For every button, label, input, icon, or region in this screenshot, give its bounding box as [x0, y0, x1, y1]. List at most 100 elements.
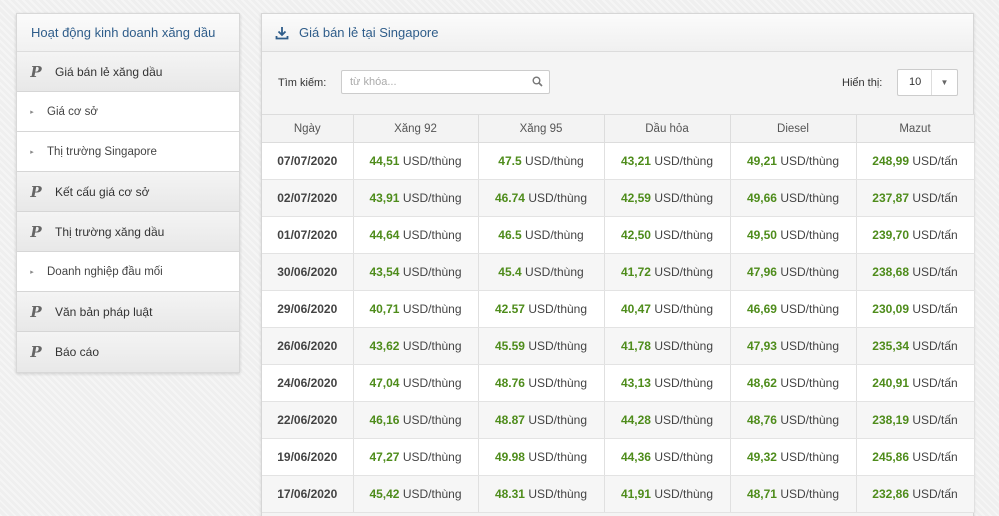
price-value: 238,68 [872, 265, 909, 279]
price-unit: USD/thùng [528, 302, 588, 316]
price-unit: USD/tấn [912, 154, 958, 168]
price-unit: USD/thùng [780, 487, 840, 501]
column-header[interactable]: Dầu hỏa [604, 114, 731, 143]
price-unit: USD/thùng [654, 450, 714, 464]
price-cell: 49,66 USD/thùng [730, 179, 857, 217]
price-unit: USD/tấn [912, 376, 958, 390]
price-cell: 238,68 USD/tấn [856, 253, 975, 291]
caret-right-icon: ▸ [30, 148, 34, 156]
price-unit: USD/thùng [528, 450, 588, 464]
table-row: 02/07/2020 43,91 USD/thùng 46.74 USD/thùng… [262, 179, 975, 217]
price-value: 41,78 [620, 339, 651, 353]
date-cell: 02/07/2020 [262, 179, 354, 217]
price-cell: 43,62 USD/thùng [353, 327, 479, 365]
sidebar-item-4[interactable]: P Thị trường xăng dầu [17, 212, 239, 252]
price-unit: USD/thùng [528, 339, 588, 353]
price-cell: 47,04 USD/thùng [353, 364, 479, 402]
price-unit: USD/thùng [780, 154, 840, 168]
price-value: 42,59 [620, 191, 651, 205]
search-input[interactable] [342, 71, 522, 93]
price-cell: 45.4 USD/thùng [478, 253, 605, 291]
p-logo-icon: P [30, 222, 42, 241]
price-unit: USD/thùng [654, 376, 714, 390]
sidebar-item-5[interactable]: ▸ Doanh nghiệp đầu mối [17, 252, 239, 292]
column-header[interactable]: Diesel [730, 114, 857, 143]
price-unit: USD/thùng [780, 228, 840, 242]
price-unit: USD/thùng [654, 191, 714, 205]
page-size-select[interactable]: 10 ▼ [897, 69, 958, 96]
price-cell: 49,50 USD/thùng [730, 216, 857, 254]
price-value: 42.57 [494, 302, 525, 316]
price-cell: 44,28 USD/thùng [604, 401, 731, 439]
p-logo-icon: P [30, 302, 42, 321]
download-icon [275, 26, 289, 39]
sidebar-item-1[interactable]: ▸ Giá cơ sở [17, 92, 239, 132]
column-header[interactable]: Xăng 92 [353, 114, 479, 143]
price-unit: USD/thùng [402, 228, 462, 242]
sidebar-item-label: Giá bán lẻ xăng dầu [55, 64, 163, 79]
price-cell: 43,13 USD/thùng [604, 364, 731, 402]
price-cell: 235,34 USD/tấn [856, 327, 975, 365]
date-cell: 19/06/2020 [262, 438, 354, 476]
sidebar-menu: Hoạt động kinh doanh xăng dầu P Giá bán l… [16, 13, 240, 373]
price-unit: USD/thùng [402, 302, 462, 316]
sidebar-item-2[interactable]: ▸ Thị trường Singapore [17, 132, 239, 172]
price-unit: USD/thùng [780, 302, 840, 316]
price-unit: USD/thùng [654, 339, 714, 353]
sidebar-item-label: Kết cấu giá cơ sở [55, 184, 150, 199]
column-header[interactable]: Ngày [262, 114, 354, 143]
price-cell: 46,16 USD/thùng [353, 401, 479, 439]
singapore-price-panel: Giá bán lẻ tại Singapore Tìm kiếm: Hiển … [261, 13, 975, 516]
column-header[interactable]: Mazut [856, 114, 975, 143]
price-unit: USD/thùng [654, 265, 714, 279]
date-cell: 30/06/2020 [262, 253, 354, 291]
price-unit: USD/tấn [912, 339, 958, 353]
date-cell: 24/06/2020 [262, 364, 354, 402]
price-cell: 40,47 USD/thùng [604, 290, 731, 328]
price-unit: USD/thùng [780, 376, 840, 390]
sidebar-item-6[interactable]: P Văn bản pháp luật [17, 292, 239, 332]
price-cell: 43,21 USD/thùng [604, 142, 731, 180]
p-logo-icon: P [30, 343, 42, 361]
price-unit: USD/tấn [912, 450, 958, 464]
price-value: 232,86 [872, 487, 909, 501]
price-unit: USD/tấn [912, 302, 958, 316]
price-value: 46.74 [494, 191, 525, 205]
caret-right-icon: ▸ [30, 268, 34, 276]
price-value: 48,71 [746, 487, 777, 501]
price-table: Ngày Xăng 92 Xăng 95 Dầu hỏa Diesel Mazut 07/… [262, 114, 975, 513]
price-cell: 239,70 USD/tấn [856, 216, 975, 254]
price-unit: USD/thùng [402, 154, 462, 168]
price-value: 48,76 [746, 413, 777, 427]
sidebar-item-0[interactable]: P Giá bán lẻ xăng dầu [17, 52, 239, 92]
caret-right-icon: ▸ [30, 108, 34, 116]
price-value: 49,50 [746, 228, 777, 242]
sidebar-item-label: Giá cơ sở [47, 105, 98, 118]
chevron-down-icon[interactable]: ▼ [932, 78, 957, 87]
price-value: 240,91 [872, 376, 909, 390]
sidebar-item-7[interactable]: P Báo cáo [17, 332, 239, 372]
price-value: 237,87 [872, 191, 909, 205]
price-unit: USD/tấn [912, 228, 958, 242]
search-icon[interactable] [532, 76, 543, 87]
column-header[interactable]: Xăng 95 [478, 114, 605, 143]
search-box[interactable] [341, 70, 550, 94]
price-cell: 48,62 USD/thùng [730, 364, 857, 402]
price-value: 47,27 [369, 450, 400, 464]
table-row: 30/06/2020 43,54 USD/thùng 45.4 USD/thùng 4… [262, 253, 975, 291]
price-unit: USD/thùng [528, 413, 588, 427]
price-cell: 44,64 USD/thùng [353, 216, 479, 254]
table-row: 24/06/2020 47,04 USD/thùng 48.76 USD/thùng… [262, 364, 975, 402]
price-value: 45.59 [494, 339, 525, 353]
price-cell: 46.5 USD/thùng [478, 216, 605, 254]
price-value: 47.5 [498, 154, 522, 168]
price-value: 41,91 [620, 487, 651, 501]
price-cell: 46.74 USD/thùng [478, 179, 605, 217]
price-unit: USD/thùng [528, 487, 588, 501]
price-value: 44,51 [369, 154, 400, 168]
sidebar-item-3[interactable]: P Kết cấu giá cơ sở [17, 172, 239, 212]
price-value: 45,42 [369, 487, 400, 501]
price-value: 248,99 [872, 154, 909, 168]
price-unit: USD/thùng [402, 450, 462, 464]
price-cell: 48,76 USD/thùng [730, 401, 857, 439]
